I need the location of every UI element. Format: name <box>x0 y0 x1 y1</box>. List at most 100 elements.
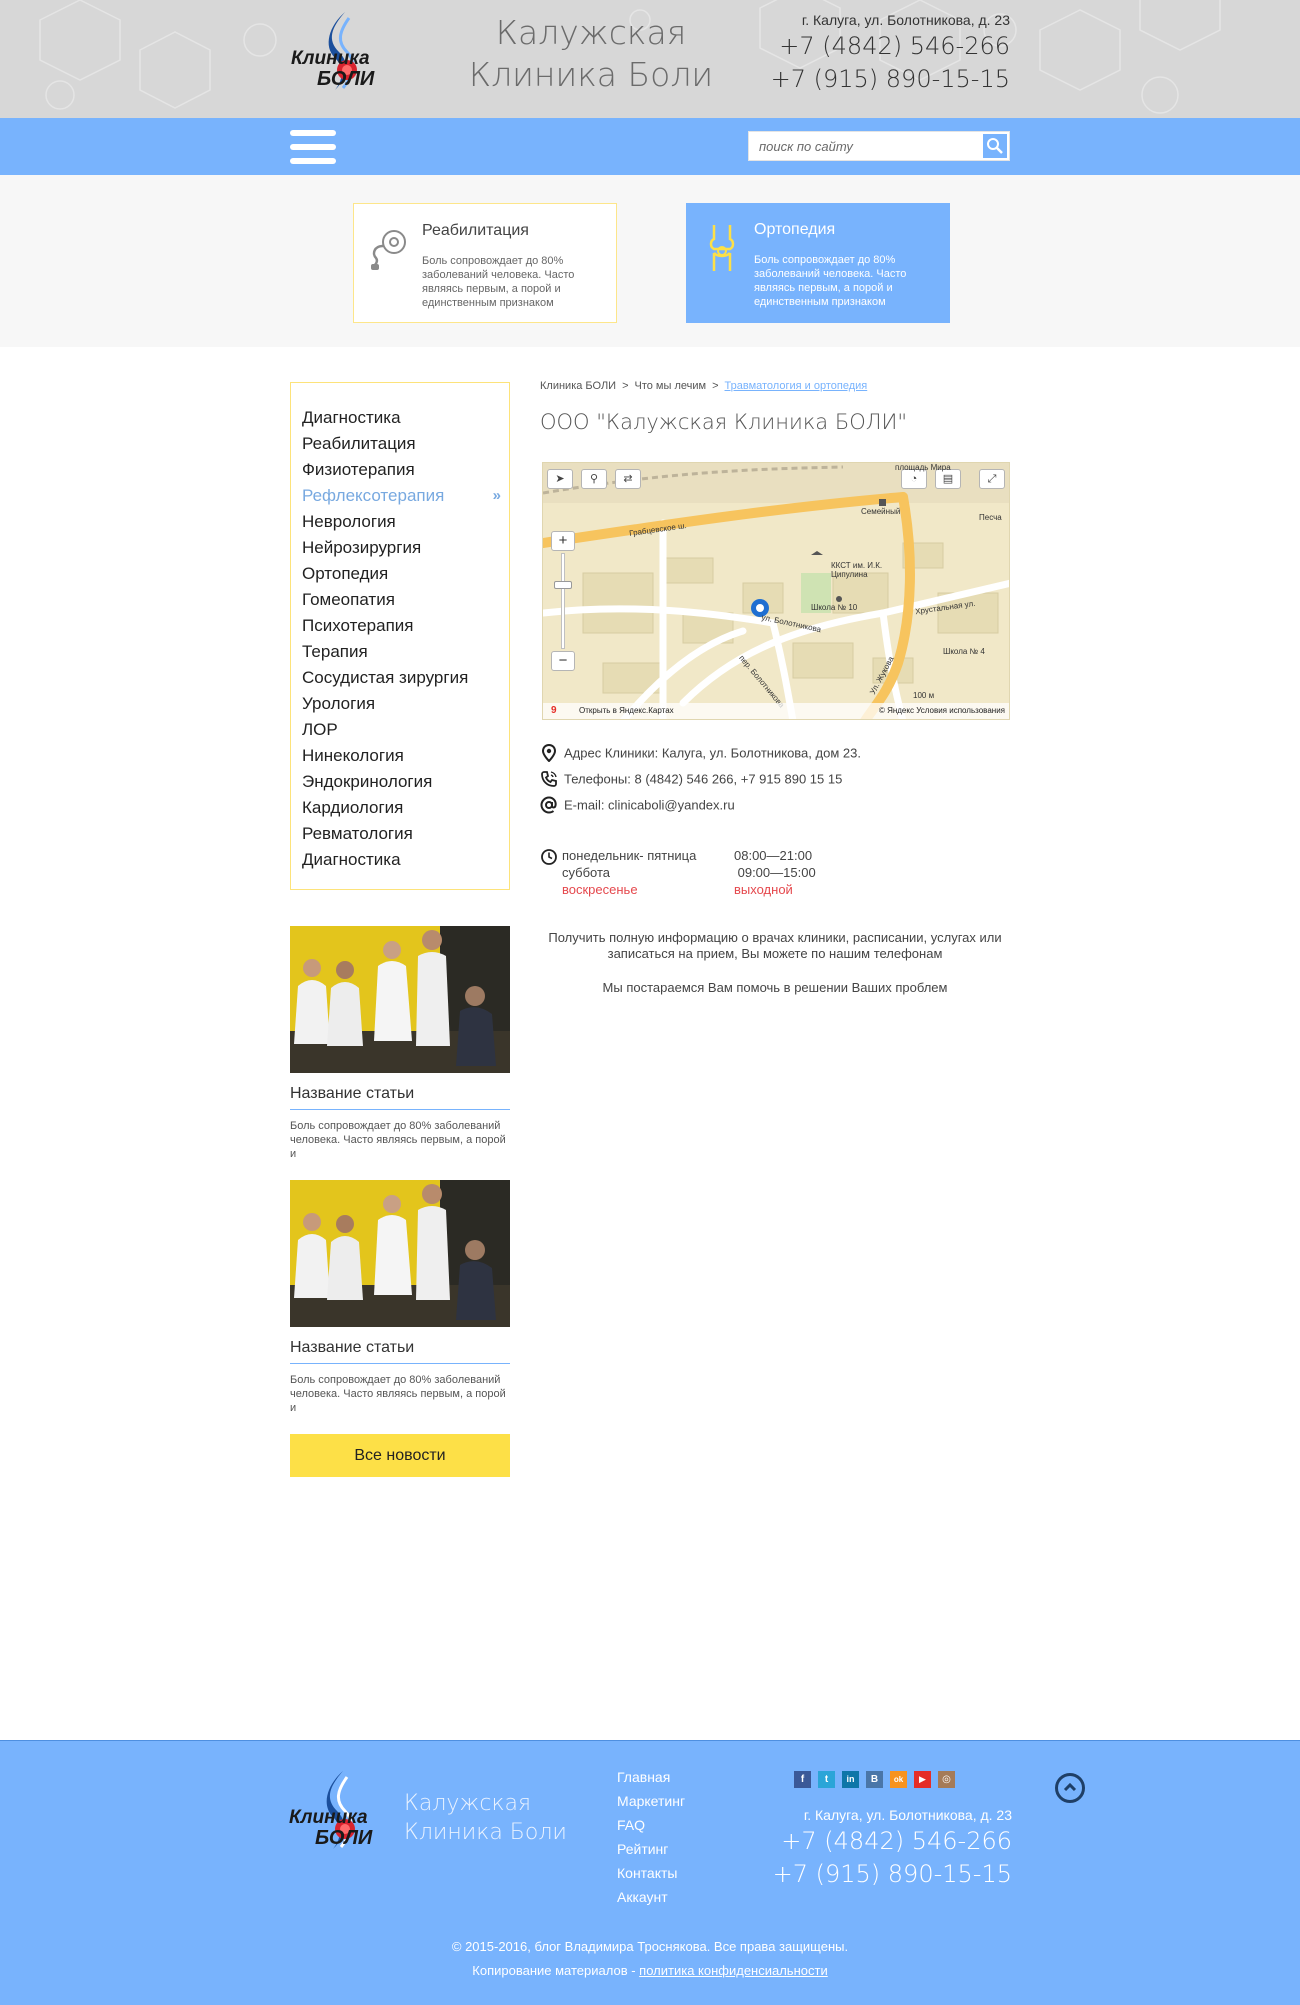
feature-card-title: Ортопедия <box>754 221 836 238</box>
schedule-day: понедельник- пятница <box>562 848 697 863</box>
footer-copyright: © 2015-2016, блог Владимира Троснякова. … <box>0 1935 1300 1983</box>
zoom-out-button[interactable]: − <box>551 651 575 671</box>
footer-link-account[interactable]: Аккаунт <box>617 1885 685 1909</box>
footer-phone-1[interactable]: +7 (4842) 546-266 <box>760 1825 1012 1858</box>
logo-word-clinic: Клиника <box>291 48 370 69</box>
sidebar-item-psychotherapy[interactable]: Психотерапия <box>291 613 509 639</box>
sidebar-item-neurology[interactable]: Неврология <box>291 509 509 535</box>
sidebar-item-orthopedics[interactable]: Ортопедия <box>291 561 509 587</box>
site-title-line-1: Калужская <box>495 13 687 52</box>
logo-word-pain: БОЛИ <box>315 1827 373 1849</box>
article-title[interactable]: Название статьи <box>290 1085 510 1110</box>
article-photo[interactable] <box>290 926 510 1073</box>
sidebar-item-vascular-surgery[interactable]: Сосудистая зирургия <box>291 665 509 691</box>
map-zoom-control[interactable]: + − <box>551 531 575 671</box>
linkedin-icon[interactable]: in <box>842 1771 859 1788</box>
map-layers-button[interactable]: ▤ <box>935 469 961 489</box>
sidebar-item-homeopathy[interactable]: Гомеопатия <box>291 587 509 613</box>
copy-policy-line: Копирование материалов - политика конфид… <box>0 1959 1300 1983</box>
sidebar-item-endocrinology[interactable]: Эндокринология <box>291 769 509 795</box>
map-copyright[interactable]: © Яндекс Условия использования <box>879 703 1005 719</box>
clock-icon <box>541 849 557 865</box>
instagram-icon[interactable]: ◎ <box>938 1771 955 1788</box>
breadcrumb-item-what-we-treat[interactable]: Что мы лечим <box>635 380 707 392</box>
footer-phone-2[interactable]: +7 (915) 890-15-15 <box>760 1858 1012 1891</box>
yandex-map[interactable]: ➤ ⚲ ⇄ ◔ ▤ ⤢ + − Грабцевское ш. ул. Болот… <box>542 462 1010 720</box>
search-input[interactable] <box>749 132 981 160</box>
map-traffic-button[interactable]: ◔ <box>901 469 927 489</box>
arrow-up-circle-icon[interactable] <box>1055 1773 1085 1803</box>
header-phone-1[interactable]: +7 (4842) 546-266 <box>760 30 1010 63</box>
facebook-icon[interactable]: f <box>794 1771 811 1788</box>
map-canvas[interactable] <box>543 463 1010 720</box>
zoom-slider-handle[interactable] <box>554 581 572 589</box>
footer-contacts: г. Калуга, ул. Болотникова, д. 23 +7 (48… <box>760 1805 1012 1891</box>
twitter-icon[interactable]: t <box>818 1771 835 1788</box>
footer-link-contacts[interactable]: Контакты <box>617 1861 685 1885</box>
header-contacts: г. Калуга, ул. Болотникова, д. 23 +7 (48… <box>760 10 1010 96</box>
search-button[interactable] <box>983 134 1007 158</box>
breadcrumb: Клиника БОЛИ > Что мы лечим > Травматология … <box>540 380 867 392</box>
sidebar-item-rheumatology[interactable]: Ревматология <box>291 821 509 847</box>
sidebar-item-label: Диагностика <box>302 408 401 427</box>
all-news-button[interactable]: Все новости <box>290 1434 510 1477</box>
knee-joint-icon <box>709 225 735 271</box>
sidebar-item-label: Урология <box>302 694 376 713</box>
logo-word-pain: БОЛИ <box>317 68 375 90</box>
sidebar-item-diagnostics[interactable]: Диагностика <box>291 405 509 431</box>
map-place-label: площадь Мира <box>895 463 951 472</box>
privacy-policy-link[interactable]: политика конфиденсиальности <box>639 1963 828 1978</box>
footer-title-line-1: Калужская <box>404 1791 532 1816</box>
footer-link-home[interactable]: Главная <box>617 1765 685 1789</box>
map-search-button[interactable]: ⚲ <box>581 469 607 489</box>
page-title: ООО "Калужская Клиника БОЛИ" <box>540 410 908 434</box>
article-title[interactable]: Название статьи <box>290 1339 510 1364</box>
sidebar-item-label: Эндокринология <box>302 772 433 791</box>
at-sign-icon <box>540 796 557 814</box>
feature-card-title: Реабилитация <box>422 222 529 239</box>
feature-card-orthopedics[interactable]: Ортопедия Боль сопровождает до 80% забол… <box>686 203 950 323</box>
breadcrumb-item-home[interactable]: Клиника БОЛИ <box>540 380 616 392</box>
sidebar-item-cardiology[interactable]: Кардиология <box>291 795 509 821</box>
sidebar-item-diagnostics-2[interactable]: Диагностика <box>291 847 509 873</box>
header-phone-2[interactable]: +7 (915) 890-15-15 <box>760 63 1010 96</box>
map-fullscreen-button[interactable]: ⤢ <box>979 469 1005 489</box>
footer-site-title: Калужская Клиника Боли <box>404 1789 567 1847</box>
sidebar-item-neurosurgery[interactable]: Нейрозирургия <box>291 535 509 561</box>
nav-bar <box>0 118 1300 175</box>
map-route-button[interactable]: ⇄ <box>615 469 641 489</box>
footer-link-faq[interactable]: FAQ <box>617 1813 685 1837</box>
sidebar-item-therapy[interactable]: Терапия <box>291 639 509 665</box>
zoom-in-button[interactable]: + <box>551 531 575 551</box>
footer-logo[interactable]: Клиника БОЛИ <box>285 1769 395 1865</box>
zoom-track[interactable] <box>561 553 565 649</box>
site-header: Клиника БОЛИ Калужская Клиника Боли г. К… <box>0 0 1300 118</box>
hamburger-icon[interactable] <box>290 130 336 164</box>
email-text[interactable]: E-mail: clinicaboli@yandex.ru <box>564 798 735 813</box>
sidebar-item-reflexotherapy[interactable]: Рефлексотерапия » <box>291 483 509 509</box>
footer-address: г. Калуга, ул. Болотникова, д. 23 <box>803 1807 1012 1823</box>
sidebar-item-ent[interactable]: ЛОР <box>291 717 509 743</box>
header-address: г. Калуга, ул. Болотникова, д. 23 <box>801 12 1010 28</box>
header-logo[interactable]: Клиника БОЛИ <box>287 10 397 106</box>
open-in-yandex-maps-link[interactable]: Открыть в Яндекс.Картах <box>579 703 674 719</box>
sidebar-item-physiotherapy[interactable]: Физиотерапия <box>291 457 509 483</box>
footer-link-marketing[interactable]: Маркетинг <box>617 1789 685 1813</box>
footer-link-rating[interactable]: Рейтинг <box>617 1837 685 1861</box>
map-place-label: Семейный <box>861 507 901 516</box>
map-ruler-button[interactable]: ➤ <box>547 469 573 489</box>
sidebar-item-urology[interactable]: Урология <box>291 691 509 717</box>
breadcrumb-item-current[interactable]: Травматология и ортопедия <box>725 380 868 392</box>
copyright-text: © 2015-2016, блог Владимира Троснякова. … <box>451 1939 849 1954</box>
article-photo[interactable] <box>290 1180 510 1327</box>
vkontakte-icon[interactable]: B <box>866 1771 883 1788</box>
sidebar-item-gynecology[interactable]: Нинекология <box>291 743 509 769</box>
youtube-icon[interactable]: ▶ <box>914 1771 931 1788</box>
phones-text: Телефоны: 8 (4842) 546 266, +7 915 890 1… <box>564 771 843 787</box>
article-card[interactable]: Название статьи Боль сопровождает до 80%… <box>290 1180 510 1415</box>
article-card[interactable]: Название статьи Боль сопровождает до 80%… <box>290 926 510 1161</box>
feature-card-rehabilitation[interactable]: Реабилитация Боль сопровождает до 80% за… <box>353 203 617 323</box>
sidebar-item-rehabilitation[interactable]: Реабилитация <box>291 431 509 457</box>
sidebar-item-label: Гомеопатия <box>302 590 395 609</box>
odnoklassniki-icon[interactable]: ok <box>890 1771 907 1788</box>
